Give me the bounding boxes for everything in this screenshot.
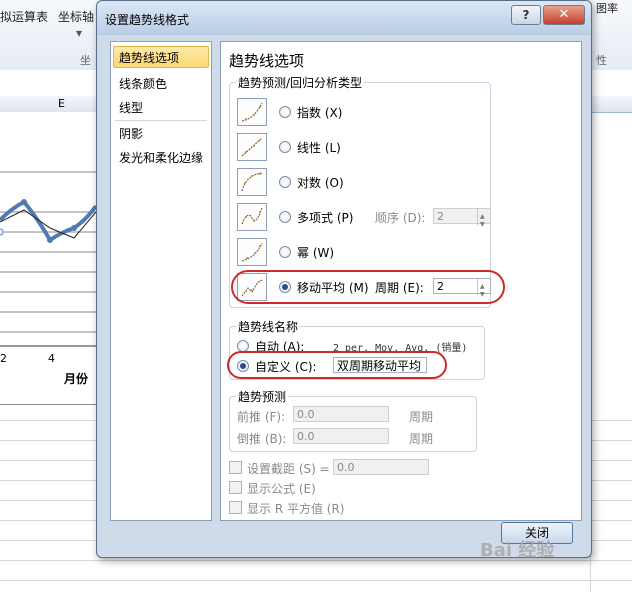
intercept-field[interactable]: 0.0 — [333, 459, 429, 475]
nav-item-glow-soft-edges[interactable]: 发光和柔化边缘 — [119, 149, 203, 166]
order-label: 顺序 (D): — [375, 211, 426, 225]
chevron-down-icon[interactable]: ▾ — [76, 26, 82, 40]
column-header-e[interactable]: E — [58, 97, 65, 110]
nav-item-line-color[interactable]: 线条颜色 — [119, 75, 167, 92]
ribbon-axis-button[interactable]: 坐标轴 — [58, 8, 94, 25]
help-button[interactable]: ? — [511, 5, 541, 25]
option-logarithmic-label[interactable]: 对数 (O) — [297, 174, 344, 191]
radio-power[interactable] — [279, 246, 291, 258]
nav-item-trendline-options[interactable]: 趋势线选项 — [119, 49, 179, 66]
option-exponential-label[interactable]: 指数 (X) — [297, 104, 342, 121]
highlight-oval-custom-name — [227, 351, 447, 379]
dialog-titlebar[interactable]: 设置趋势线格式 ? ✕ — [97, 1, 591, 35]
radio-logarithmic[interactable] — [279, 176, 291, 188]
ribbon-right-group: 性 — [596, 54, 607, 67]
forward-unit: 周期 — [409, 410, 434, 424]
show-r2-label[interactable]: 显示 R 平方值 (R) — [247, 500, 344, 517]
linear-trend-icon — [237, 133, 267, 161]
spin-arrows-icon[interactable] — [477, 209, 490, 233]
radio-polynomial[interactable] — [279, 211, 291, 223]
polynomial-trend-icon — [237, 203, 267, 231]
forward-label: 前推 (F): — [237, 410, 286, 424]
backward-unit: 周期 — [409, 432, 434, 446]
close-window-button[interactable]: ✕ — [543, 5, 585, 25]
close-icon: ✕ — [558, 7, 570, 22]
trend-type-legend: 趋势预测/回归分析类型 — [238, 76, 363, 90]
options-pane: 趋势线选项 趋势预测/回归分析类型 指数 (X) 线性 (L) 对数 (O) 多… — [220, 41, 582, 521]
nav-item-shadow[interactable]: 阴影 — [119, 125, 143, 142]
ribbon-left-text[interactable]: 拟运算表 — [0, 8, 48, 25]
x-tick-label: 4 — [48, 352, 55, 365]
ribbon-right-text[interactable]: 图率 — [596, 0, 618, 16]
order-value: 2 — [437, 210, 444, 223]
pane-heading: 趋势线选项 — [229, 52, 305, 70]
radio-exponential[interactable] — [279, 106, 291, 118]
ribbon-group-label: 坐 — [80, 54, 91, 67]
option-polynomial-label[interactable]: 多项式 (P) — [297, 209, 353, 226]
watermark-logo: Bai 经验 — [480, 540, 555, 561]
show-equation-label[interactable]: 显示公式 (E) — [247, 480, 316, 497]
exponential-trend-icon — [237, 98, 267, 126]
logarithmic-trend-icon — [237, 168, 267, 196]
help-icon: ? — [522, 8, 530, 22]
chart-area[interactable]: 2 4 月份 — [0, 112, 98, 405]
dialog-title: 设置趋势线格式 — [105, 13, 190, 27]
format-trendline-dialog[interactable]: 设置趋势线格式 ? ✕ 趋势线选项 线条颜色 线型 阴影 发光和柔化边缘 趋势线… — [96, 0, 592, 558]
show-equation-checkbox[interactable] — [229, 481, 242, 494]
data-series-line — [0, 199, 98, 243]
radio-linear[interactable] — [279, 141, 291, 153]
option-power-label[interactable]: 幂 (W) — [297, 244, 334, 261]
power-trend-icon — [237, 238, 267, 266]
backward-field[interactable]: 0.0 — [293, 428, 389, 444]
intercept-checkbox[interactable] — [229, 461, 242, 474]
nav-divider — [115, 120, 207, 121]
nav-item-line-style[interactable]: 线型 — [119, 99, 143, 116]
forecast-legend: 趋势预测 — [238, 390, 287, 404]
show-r2-checkbox[interactable] — [229, 501, 242, 514]
backward-label: 倒推 (B): — [237, 432, 287, 446]
trendline-name-legend: 趋势线名称 — [238, 320, 299, 334]
option-linear-label[interactable]: 线性 (L) — [297, 139, 341, 156]
x-axis-title: 月份 — [64, 372, 89, 386]
intercept-label[interactable]: 设置截距 (S) = — [247, 460, 330, 477]
category-list: 趋势线选项 线条颜色 线型 阴影 发光和柔化边缘 — [110, 41, 212, 521]
grid-line — [0, 580, 632, 581]
x-tick-label: 2 — [0, 352, 7, 365]
order-stepper[interactable]: 2 — [433, 208, 491, 233]
highlight-oval-moving-average — [231, 270, 505, 304]
forward-field[interactable]: 0.0 — [293, 406, 389, 422]
